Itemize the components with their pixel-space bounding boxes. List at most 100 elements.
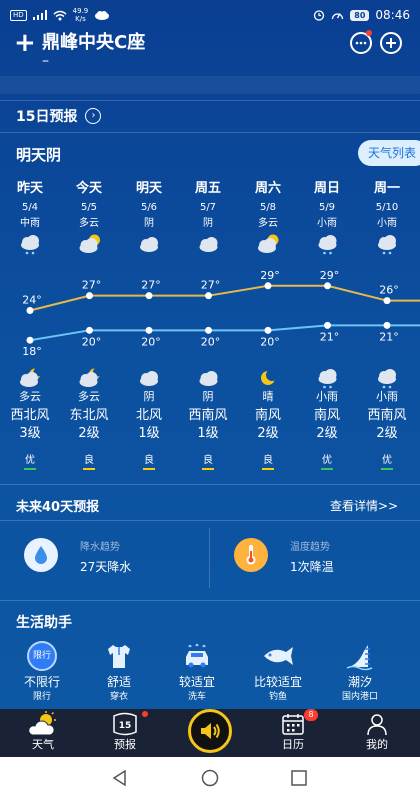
wind-level: 2级 <box>376 426 398 441</box>
temp-point <box>383 297 391 305</box>
tomorrow-summary: 明天阴 <box>16 146 62 164</box>
moon-icon <box>261 369 278 385</box>
precip-trend-value: 27天降水 <box>80 560 132 574</box>
temp-label: 21° <box>379 330 399 343</box>
weather-list-button[interactable]: 天气列表 <box>358 140 420 166</box>
temp-point <box>145 292 153 300</box>
life-item-clothing[interactable]: 舒适 穿衣 <box>77 640 161 704</box>
life-item-name: 钓鱼 <box>268 692 287 702</box>
tab-label: 日历 <box>282 738 304 751</box>
night-weather: 阴 <box>202 390 214 403</box>
day-name: 周六 <box>254 181 281 196</box>
day-column[interactable]: 周一 5/10 小雨 <box>357 180 417 232</box>
day-detail: 阴 北风 1级 <box>119 388 179 443</box>
forecast-tab-icon: 15 <box>113 712 137 736</box>
notification-dot <box>366 30 372 36</box>
temp-label: 29° <box>320 269 340 282</box>
droplet-icon <box>24 538 58 572</box>
back-icon[interactable] <box>112 770 128 786</box>
air-quality-badge: 良 <box>119 451 179 470</box>
add-city-button[interactable]: + <box>14 30 36 56</box>
divider <box>0 520 420 521</box>
day-column[interactable]: 周六 5/8 多云 <box>238 180 298 232</box>
temp-point <box>324 282 331 290</box>
life-item-value: 不限行 <box>23 675 60 689</box>
air-quality-badge: 优 <box>297 451 357 470</box>
life-item-fishing[interactable]: 比较适宜 钓鱼 <box>236 640 320 704</box>
temp-point <box>205 326 212 334</box>
day-column[interactable]: 周日 5/9 小雨 <box>297 180 357 232</box>
temp-trend-card[interactable]: 温度趋势 1次降温 <box>210 524 420 590</box>
temp-label: 26° <box>379 284 399 297</box>
temp-point <box>86 292 93 300</box>
night-weather: 阴 <box>143 390 155 403</box>
life-item-value: 舒适 <box>106 675 131 689</box>
temp-point <box>205 292 212 300</box>
day-detail: 多云 东北风 2级 <box>59 388 119 443</box>
life-item-value: 比较适宜 <box>253 675 302 689</box>
home-icon[interactable] <box>201 769 219 787</box>
night-weather: 晴 <box>262 390 274 403</box>
speedometer-icon <box>332 13 344 20</box>
tab-label: 我的 <box>366 738 388 751</box>
tab-weather[interactable]: 天气 <box>8 709 78 757</box>
day-date: 5/8 <box>259 202 277 213</box>
day-column[interactable]: 明天 5/6 阴 <box>119 180 179 232</box>
air-quality-badge: 优 <box>0 451 60 470</box>
day-column[interactable]: 昨天 5/4 中雨 <box>0 180 60 232</box>
day-detail: 小雨 南风 2级 <box>297 388 357 443</box>
life-item-value: 潮汐 <box>347 675 372 689</box>
rain-cloud-icon <box>378 369 396 389</box>
day-date: 5/10 <box>375 202 399 213</box>
cloud-icon <box>140 237 158 252</box>
view-details-link[interactable]: 查看详情>> <box>330 497 398 514</box>
temp-label: 27° <box>201 279 221 292</box>
temp-label: 20° <box>201 335 221 348</box>
location-name[interactable]: 鼎峰中央C座 <box>42 32 145 54</box>
tab-label: 天气 <box>32 738 54 751</box>
wifi-icon <box>53 10 67 20</box>
temp-label: 18° <box>22 345 42 358</box>
plus-icon <box>386 38 396 48</box>
wind-level: 1级 <box>138 426 160 441</box>
signal-icon <box>32 10 47 20</box>
day-column[interactable]: 今天 5/5 多云 <box>59 180 119 232</box>
day-detail: 多云 西北风 3级 <box>0 388 60 443</box>
add-button[interactable] <box>380 32 402 54</box>
wind-direction: 东北风 <box>69 408 109 423</box>
moon-cloud-icon <box>20 367 43 387</box>
temp-point <box>264 326 272 334</box>
temp-label: 20° <box>82 335 102 348</box>
wind-direction: 南风 <box>313 408 340 423</box>
thermometer-icon <box>234 538 268 572</box>
temp-label: 29° <box>260 269 280 282</box>
life-item-tide[interactable]: 潮汐 国内港口 <box>318 640 402 704</box>
life-item-car-wash[interactable]: 较适宜 洗车 <box>155 640 239 704</box>
divider <box>0 132 420 133</box>
wind-direction: 南风 <box>254 408 281 423</box>
tab-mine[interactable]: 我的 <box>342 709 412 757</box>
recent-apps-icon[interactable] <box>291 770 307 786</box>
forecast15-header[interactable]: 15日预报 › <box>16 106 102 126</box>
tab-forecast[interactable]: 15 预报 <box>90 709 160 757</box>
hd-badge: HD <box>10 9 27 21</box>
day-detail: 阴 西南风 1级 <box>178 388 238 443</box>
voice-broadcast-button[interactable] <box>188 709 232 753</box>
day-date: 5/7 <box>199 202 217 213</box>
tab-calendar[interactable]: 8 日历 <box>258 709 328 757</box>
air-quality-badge: 良 <box>178 451 238 470</box>
temp-label: 24° <box>22 294 42 307</box>
air-quality-badge: 优 <box>357 451 417 470</box>
divider <box>0 484 420 485</box>
day-column[interactable]: 周五 5/7 阴 <box>178 180 238 232</box>
temperature-chart: 24° 27° 27° 27° 29° 29° 26° 18° 20° 20° 20° 20° 21° 2… <box>20 234 420 389</box>
wind-level: 3级 <box>19 426 41 441</box>
temp-point <box>86 326 93 334</box>
cloud-icon <box>199 237 218 252</box>
life-item-traffic-restriction[interactable]: 限行 不限行 限行 <box>0 640 84 704</box>
location-subtitle: – <box>42 53 49 69</box>
air-quality-badge: 良 <box>238 451 298 470</box>
notification-dot <box>142 711 148 717</box>
precip-trend-card[interactable]: 降水趋势 27天降水 <box>0 524 208 590</box>
day-detail: 晴 南风 2级 <box>238 388 298 443</box>
